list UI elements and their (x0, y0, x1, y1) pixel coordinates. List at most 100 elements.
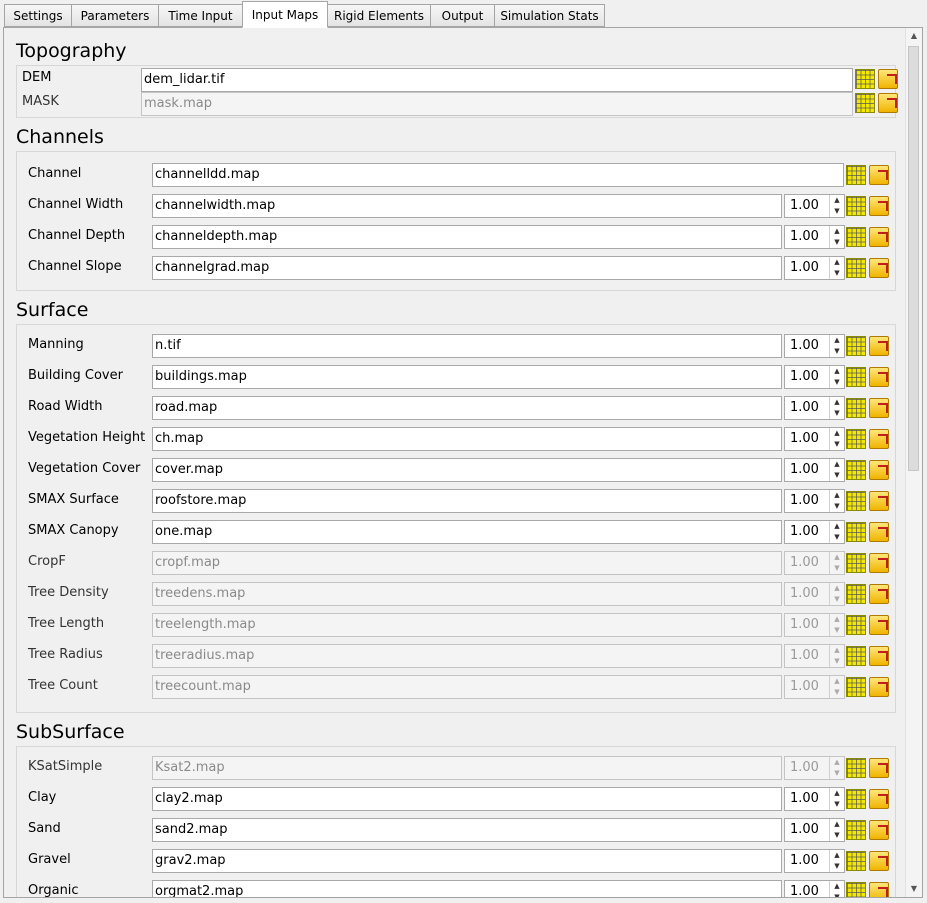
open-folder-icon[interactable] (869, 336, 889, 356)
grid-map-icon[interactable] (846, 165, 866, 185)
spin-buttons[interactable]: ▲ ▼ (829, 195, 844, 217)
spin-buttons[interactable]: ▲ ▼ (829, 881, 844, 897)
spin-buttons[interactable]: ▲ ▼ (829, 335, 844, 357)
spin-up-icon[interactable]: ▲ (830, 521, 844, 532)
spin-down-icon[interactable]: ▼ (830, 237, 844, 248)
spin-buttons[interactable]: ▲ ▼ (829, 521, 844, 543)
grid-map-icon[interactable] (846, 584, 866, 604)
spin-buttons[interactable]: ▲ ▼ (829, 226, 844, 248)
organic-map-field[interactable]: orgmat2.map (152, 880, 782, 897)
open-folder-icon[interactable] (869, 165, 889, 185)
vegetation-cover-map-field[interactable]: cover.map (152, 458, 782, 482)
grid-map-icon[interactable] (855, 93, 875, 113)
spin-buttons[interactable]: ▲ ▼ (829, 819, 844, 841)
grid-map-icon[interactable] (846, 367, 866, 387)
scrollbar-thumb[interactable] (908, 46, 919, 471)
grid-map-icon[interactable] (846, 429, 866, 449)
spin-down-icon[interactable]: ▼ (830, 830, 844, 841)
vegetation-height-factor-spinbox[interactable]: 1.00 ▲ ▼ (784, 427, 845, 451)
open-folder-icon[interactable] (869, 789, 889, 809)
grid-map-icon[interactable] (846, 851, 866, 871)
spin-buttons[interactable]: ▲ ▼ (829, 459, 844, 481)
spin-down-icon[interactable]: ▼ (830, 346, 844, 357)
tab-simulation-stats[interactable]: Simulation Stats (494, 4, 605, 27)
spin-down-icon[interactable]: ▼ (830, 268, 844, 279)
open-folder-icon[interactable] (869, 553, 889, 573)
channel-slope-factor-spinbox[interactable]: 1.00 ▲ ▼ (784, 256, 845, 280)
manning-factor-spinbox[interactable]: 1.00 ▲ ▼ (784, 334, 845, 358)
grid-map-icon[interactable] (846, 820, 866, 840)
channel-width-factor-spinbox[interactable]: 1.00 ▲ ▼ (784, 194, 845, 218)
building-cover-factor-spinbox[interactable]: 1.00 ▲ ▼ (784, 365, 845, 389)
gravel-map-field[interactable]: grav2.map (152, 849, 782, 873)
open-folder-icon[interactable] (869, 615, 889, 635)
open-folder-icon[interactable] (869, 882, 889, 897)
smax-surface-factor-spinbox[interactable]: 1.00 ▲ ▼ (784, 489, 845, 513)
spin-down-icon[interactable]: ▼ (830, 501, 844, 512)
scroll-down-arrow-icon[interactable]: ▼ (906, 881, 922, 897)
smax-canopy-map-field[interactable]: one.map (152, 520, 782, 544)
channel-map-field[interactable]: channelldd.map (152, 163, 844, 187)
spin-down-icon[interactable]: ▼ (830, 799, 844, 810)
open-folder-icon[interactable] (869, 196, 889, 216)
dem-map-field[interactable]: dem_lidar.tif (141, 68, 853, 92)
spin-down-icon[interactable]: ▼ (830, 439, 844, 450)
vegetation-cover-factor-spinbox[interactable]: 1.00 ▲ ▼ (784, 458, 845, 482)
open-folder-icon[interactable] (869, 367, 889, 387)
grid-map-icon[interactable] (846, 882, 866, 897)
open-folder-icon[interactable] (869, 646, 889, 666)
spin-up-icon[interactable]: ▲ (830, 226, 844, 237)
channel-depth-map-field[interactable]: channeldepth.map (152, 225, 782, 249)
spin-down-icon[interactable]: ▼ (830, 470, 844, 481)
spin-buttons[interactable]: ▲ ▼ (829, 490, 844, 512)
spin-down-icon[interactable]: ▼ (830, 206, 844, 217)
tab-input-maps[interactable]: Input Maps (242, 1, 328, 28)
scroll-up-arrow-icon[interactable]: ▲ (906, 28, 922, 44)
building-cover-map-field[interactable]: buildings.map (152, 365, 782, 389)
open-folder-icon[interactable] (869, 227, 889, 247)
grid-map-icon[interactable] (846, 398, 866, 418)
tab-parameters[interactable]: Parameters (71, 4, 159, 27)
open-folder-icon[interactable] (869, 491, 889, 511)
grid-map-icon[interactable] (846, 336, 866, 356)
spin-up-icon[interactable]: ▲ (830, 788, 844, 799)
grid-map-icon[interactable] (846, 491, 866, 511)
grid-map-icon[interactable] (846, 758, 866, 778)
spin-down-icon[interactable]: ▼ (830, 377, 844, 388)
open-folder-icon[interactable] (869, 258, 889, 278)
open-folder-icon[interactable] (878, 69, 898, 89)
channel-depth-factor-spinbox[interactable]: 1.00 ▲ ▼ (784, 225, 845, 249)
open-folder-icon[interactable] (869, 584, 889, 604)
open-folder-icon[interactable] (869, 851, 889, 871)
clay-map-field[interactable]: clay2.map (152, 787, 782, 811)
spin-up-icon[interactable]: ▲ (830, 490, 844, 501)
sand-factor-spinbox[interactable]: 1.00 ▲ ▼ (784, 818, 845, 842)
open-folder-icon[interactable] (869, 522, 889, 542)
road-width-factor-spinbox[interactable]: 1.00 ▲ ▼ (784, 396, 845, 420)
spin-down-icon[interactable]: ▼ (830, 861, 844, 872)
spin-down-icon[interactable]: ▼ (830, 532, 844, 543)
tab-rigid-elements[interactable]: Rigid Elements (327, 4, 431, 27)
grid-map-icon[interactable] (846, 258, 866, 278)
spin-up-icon[interactable]: ▲ (830, 366, 844, 377)
spin-up-icon[interactable]: ▲ (830, 257, 844, 268)
grid-map-icon[interactable] (846, 522, 866, 542)
open-folder-icon[interactable] (869, 677, 889, 697)
manning-map-field[interactable]: n.tif (152, 334, 782, 358)
grid-map-icon[interactable] (855, 69, 875, 89)
spin-buttons[interactable]: ▲ ▼ (829, 850, 844, 872)
spin-up-icon[interactable]: ▲ (830, 459, 844, 470)
spin-up-icon[interactable]: ▲ (830, 850, 844, 861)
grid-map-icon[interactable] (846, 227, 866, 247)
grid-map-icon[interactable] (846, 196, 866, 216)
spin-up-icon[interactable]: ▲ (830, 428, 844, 439)
road-width-map-field[interactable]: road.map (152, 396, 782, 420)
open-folder-icon[interactable] (869, 398, 889, 418)
sand-map-field[interactable]: sand2.map (152, 818, 782, 842)
open-folder-icon[interactable] (869, 460, 889, 480)
spin-buttons[interactable]: ▲ ▼ (829, 257, 844, 279)
spin-buttons[interactable]: ▲ ▼ (829, 788, 844, 810)
gravel-factor-spinbox[interactable]: 1.00 ▲ ▼ (784, 849, 845, 873)
open-folder-icon[interactable] (878, 93, 898, 113)
spin-up-icon[interactable]: ▲ (830, 819, 844, 830)
